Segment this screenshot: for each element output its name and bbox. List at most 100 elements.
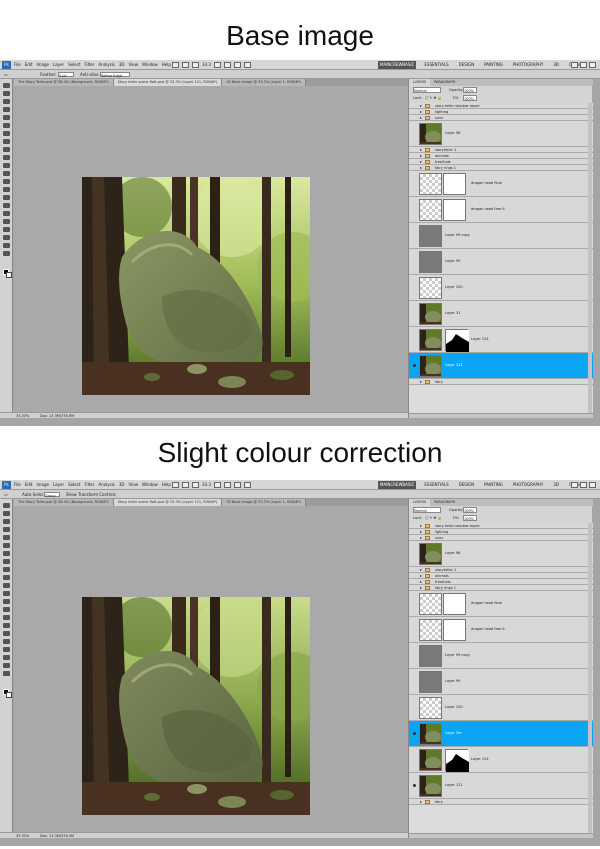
- workspace-item[interactable]: 3D: [551, 481, 561, 489]
- eye-icon[interactable]: [413, 105, 416, 108]
- document-image[interactable]: [82, 597, 310, 815]
- eye-icon[interactable]: [413, 784, 416, 787]
- eye-icon[interactable]: [413, 155, 416, 158]
- background-color-swatch[interactable]: [6, 692, 12, 698]
- eye-icon[interactable]: [413, 706, 416, 709]
- screen-mode-icon[interactable]: [243, 62, 251, 68]
- tool-icon[interactable]: [3, 147, 10, 152]
- layer-row[interactable]: Layer 100: [409, 275, 593, 301]
- menu-item[interactable]: Select: [68, 60, 80, 70]
- eye-icon[interactable]: [413, 525, 416, 528]
- tool-icon[interactable]: [3, 211, 10, 216]
- menu-item[interactable]: Edit: [25, 480, 33, 490]
- layer-row[interactable]: dragon head free it: [409, 197, 593, 223]
- workspace-item[interactable]: 3D: [551, 61, 561, 69]
- tool-icon[interactable]: [3, 203, 10, 208]
- eye-icon[interactable]: [413, 111, 416, 114]
- hand-icon[interactable]: [213, 62, 221, 68]
- tool-icon[interactable]: [3, 243, 10, 248]
- menu-item[interactable]: Analysis: [98, 60, 114, 70]
- close-icon[interactable]: [589, 482, 596, 488]
- eye-icon[interactable]: [413, 381, 416, 384]
- eye-icon[interactable]: [413, 602, 416, 605]
- menu-item[interactable]: Help: [162, 60, 171, 70]
- layer-row[interactable]: ▸ fairy: [409, 799, 593, 805]
- panel-tab[interactable]: LAYERS: [409, 79, 431, 86]
- workspace-item[interactable]: PHOTOGRAPHY: [511, 481, 545, 489]
- eye-icon[interactable]: [413, 117, 416, 120]
- eye-icon[interactable]: [413, 132, 416, 135]
- layer-row[interactable]: Layer 98: [409, 121, 593, 147]
- opacity-input[interactable]: 100%: [463, 507, 477, 513]
- tool-icon[interactable]: [3, 639, 10, 644]
- layer-row[interactable]: Layer 100: [409, 695, 593, 721]
- background-color-swatch[interactable]: [6, 272, 12, 278]
- workspace-item[interactable]: ESSENTIALS: [422, 481, 450, 489]
- eye-icon[interactable]: [413, 286, 416, 289]
- layer-row[interactable]: ▸ fairy: [409, 379, 593, 385]
- tool-icon[interactable]: [3, 171, 10, 176]
- document-tab[interactable]: SS Base image @ 33.3% (Layer 1, RGB/8*): [222, 499, 307, 506]
- tool-icon[interactable]: [3, 99, 10, 104]
- tool-icon[interactable]: [3, 511, 10, 516]
- menu-item[interactable]: Image: [36, 60, 49, 70]
- lock-icons[interactable]: ▢ ✎ ✥ 🔒: [425, 514, 442, 522]
- tool-icon[interactable]: [3, 91, 10, 96]
- tool-icon[interactable]: [3, 83, 10, 88]
- layers-scrollbar[interactable]: [588, 523, 592, 833]
- tool-icon[interactable]: [3, 567, 10, 572]
- menu-item[interactable]: View: [129, 60, 139, 70]
- tool-icon[interactable]: [3, 179, 10, 184]
- eye-icon[interactable]: [413, 161, 416, 164]
- tool-icon[interactable]: [3, 503, 10, 508]
- tool-icon[interactable]: [3, 583, 10, 588]
- layer-row[interactable]: Layer 121: [409, 773, 593, 799]
- menu-item[interactable]: Window: [142, 60, 158, 70]
- document-tab[interactable]: The Story Teller.psd @ 38.4% (Background…: [14, 499, 114, 506]
- menu-item[interactable]: Layer: [53, 60, 64, 70]
- zoom-level-icon[interactable]: [192, 482, 199, 488]
- tool-icon[interactable]: [3, 139, 10, 144]
- tool-icon[interactable]: [3, 655, 10, 660]
- tool-icon[interactable]: [3, 155, 10, 160]
- antialias-checkbox[interactable]: Anti-alias: [80, 70, 99, 79]
- layer-row[interactable]: Layer 3m: [409, 721, 593, 747]
- document-tab[interactable]: Story teller scene flatt.psd @ 33.3% (La…: [113, 499, 223, 506]
- tool-icon[interactable]: [3, 527, 10, 532]
- tool-icon[interactable]: [3, 519, 10, 524]
- tool-icon[interactable]: [3, 163, 10, 168]
- tool-icon[interactable]: [3, 607, 10, 612]
- workspace-item[interactable]: MAINCREWBASIC: [378, 61, 417, 69]
- eye-icon[interactable]: [413, 732, 416, 735]
- layer-row[interactable]: Layer 99: [409, 249, 593, 275]
- tool-icon[interactable]: [3, 575, 10, 580]
- eye-icon[interactable]: [413, 537, 416, 540]
- menu-item[interactable]: Edit: [25, 60, 33, 70]
- panel-tab[interactable]: PARAGRAPH: [430, 499, 459, 506]
- tool-icon[interactable]: [3, 599, 10, 604]
- workspace-item[interactable]: PHOTOGRAPHY: [511, 61, 545, 69]
- eye-icon[interactable]: [413, 338, 416, 341]
- eye-icon[interactable]: [413, 654, 416, 657]
- layer-row[interactable]: Layer 99: [409, 669, 593, 695]
- menu-item[interactable]: Help: [162, 480, 171, 490]
- panel-tab[interactable]: PARAGRAPH: [430, 79, 459, 86]
- eye-icon[interactable]: [413, 581, 416, 584]
- eye-icon[interactable]: [413, 234, 416, 237]
- maximize-icon[interactable]: [580, 62, 587, 68]
- menu-item[interactable]: Layer: [53, 480, 64, 490]
- tool-icon[interactable]: [3, 671, 10, 676]
- tool-icon[interactable]: [3, 131, 10, 136]
- eye-icon[interactable]: [413, 312, 416, 315]
- layer-row[interactable]: Layer 121: [409, 353, 593, 379]
- close-icon[interactable]: [589, 62, 596, 68]
- eye-icon[interactable]: [413, 575, 416, 578]
- hand-icon[interactable]: [213, 482, 221, 488]
- layer-row[interactable]: Layer 124: [409, 327, 593, 353]
- eye-icon[interactable]: [413, 801, 416, 804]
- minibridge-icon[interactable]: [182, 482, 189, 488]
- menu-item[interactable]: Image: [36, 480, 49, 490]
- arrange-documents-icon[interactable]: [233, 482, 241, 488]
- panel-tab[interactable]: LAYERS: [409, 499, 431, 506]
- rotate-view-icon[interactable]: [223, 62, 231, 68]
